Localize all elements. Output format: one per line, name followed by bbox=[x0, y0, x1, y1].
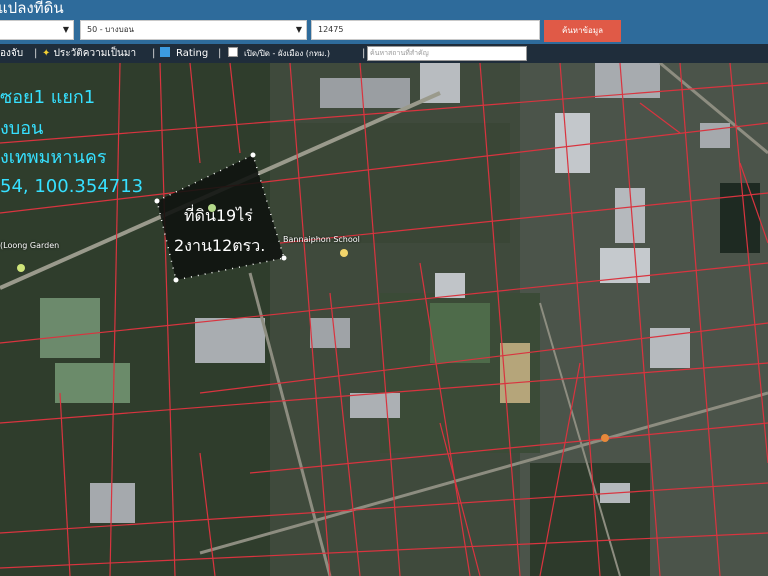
history-button[interactable]: ✦ ประวัติความเป็นมา bbox=[42, 44, 136, 63]
city-plan-checkbox[interactable] bbox=[228, 47, 238, 57]
building bbox=[90, 483, 135, 523]
pond bbox=[430, 303, 490, 363]
toolbar-item-1[interactable]: องจับ bbox=[0, 44, 23, 63]
building bbox=[350, 393, 400, 418]
garden-pin bbox=[17, 264, 25, 272]
city-plan-label: เปิด/ปิด - ผังเมือง (กทม.) bbox=[244, 49, 330, 58]
map-canvas[interactable] bbox=[0, 63, 768, 576]
province-select[interactable]: ▼ bbox=[0, 20, 74, 40]
rating-toggle[interactable]: Rating bbox=[160, 44, 208, 63]
parcel-vertex bbox=[173, 277, 179, 283]
building bbox=[195, 318, 265, 363]
building bbox=[700, 123, 730, 148]
divider: | bbox=[152, 48, 156, 59]
history-icon: ✦ bbox=[42, 48, 51, 59]
building bbox=[310, 318, 350, 348]
address-line-1: ซอย1 แยก1 bbox=[0, 87, 96, 108]
orchard-area bbox=[530, 463, 650, 576]
satellite-map[interactable]: ซอย1 แยก1 งบอน งเทพมหานคร 54, 100.354713… bbox=[0, 63, 768, 576]
parcel-vertex bbox=[281, 255, 287, 261]
divider: | bbox=[218, 48, 222, 59]
building bbox=[650, 328, 690, 368]
district-select[interactable]: 50 - บางบอน ▼ bbox=[80, 20, 307, 40]
parcel-vertex bbox=[250, 152, 256, 158]
rating-checkbox[interactable] bbox=[160, 47, 170, 57]
pond bbox=[40, 298, 100, 358]
building bbox=[555, 113, 590, 173]
divider: | bbox=[34, 48, 38, 59]
place-pin bbox=[601, 434, 609, 442]
district-value: 50 - บางบอน bbox=[87, 25, 134, 34]
building bbox=[420, 63, 460, 103]
school-pin bbox=[340, 249, 348, 257]
building bbox=[435, 273, 465, 298]
address-line-2: งบอน bbox=[0, 118, 44, 139]
building bbox=[320, 78, 410, 108]
rating-label: Rating bbox=[176, 48, 209, 59]
place-search-placeholder: ค้นหาสถานที่สำคัญ bbox=[370, 49, 429, 57]
app-title: แปลงที่ดิน bbox=[0, 0, 64, 17]
chevron-down-icon: ▼ bbox=[62, 25, 69, 34]
vegetation-area-center bbox=[270, 123, 510, 243]
school-label: Bannaiphon School bbox=[283, 235, 360, 244]
address-line-3: งเทพมหานคร bbox=[0, 147, 107, 168]
history-label: ประวัติความเป็นมา bbox=[53, 48, 137, 59]
pond bbox=[55, 363, 130, 403]
place-search-input[interactable]: ค้นหาสถานที่สำคัญ bbox=[367, 46, 527, 61]
divider: | bbox=[362, 48, 366, 59]
parcel-vertex bbox=[154, 198, 160, 204]
garden-label: (Loong Garden bbox=[0, 241, 60, 250]
parcel-number-value: 12475 bbox=[318, 25, 344, 34]
search-button[interactable]: ค้นหาข้อมูล bbox=[544, 20, 621, 42]
plot-area-rai: ที่ดิน19ไร่ bbox=[184, 206, 253, 225]
parcel-number-input[interactable]: 12475 bbox=[311, 20, 540, 40]
plot-area-ngan-wa: 2งาน12ตรว. bbox=[174, 236, 266, 255]
city-plan-toggle[interactable]: เปิด/ปิด - ผังเมือง (กทม.) bbox=[228, 44, 330, 63]
coordinates: 54, 100.354713 bbox=[0, 176, 144, 197]
pond bbox=[720, 183, 760, 253]
header-bar: แปลงที่ดิน ▼ 50 - บางบอน ▼ 12475 ค้นหาข้… bbox=[0, 0, 768, 44]
chevron-down-icon: ▼ bbox=[295, 25, 302, 34]
